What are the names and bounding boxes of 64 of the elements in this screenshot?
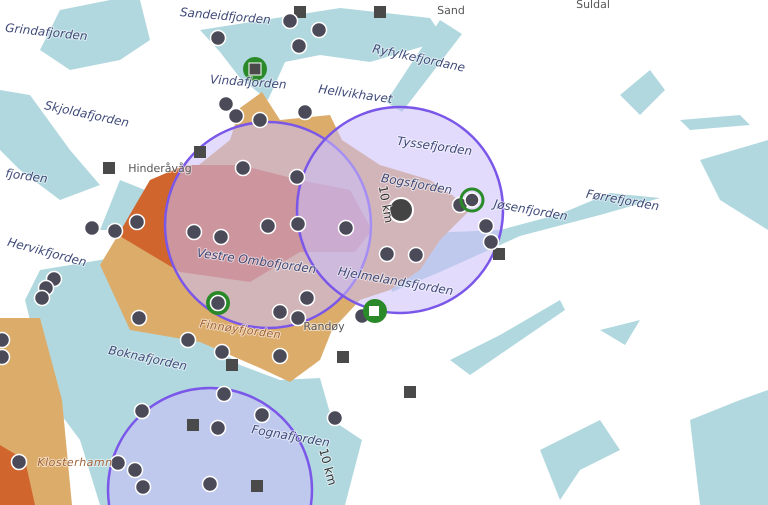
location-dot-icon[interactable] (106, 222, 124, 240)
ring-marker-icon[interactable] (363, 299, 387, 323)
fjord-label: Sandeidfjorden (179, 5, 272, 27)
location-dot-icon[interactable] (84, 220, 100, 236)
location-dot-icon[interactable] (296, 104, 314, 120)
location-dot-icon[interactable] (128, 214, 146, 230)
fjord-label: Tyssefjorden (396, 134, 474, 158)
location-dot-icon[interactable] (482, 234, 500, 250)
location-dot-icon[interactable] (126, 462, 144, 478)
square-marker-icon[interactable] (226, 359, 238, 371)
location-dot-icon[interactable] (408, 246, 424, 264)
location-dot-icon[interactable] (212, 228, 230, 246)
ring-marker-icon[interactable] (206, 291, 230, 315)
location-dot-icon[interactable] (326, 410, 344, 426)
location-dot-icon[interactable] (290, 216, 306, 232)
square-marker-icon[interactable] (103, 162, 115, 174)
location-dot-icon[interactable] (134, 478, 152, 496)
water-area (680, 115, 750, 130)
location-dot-icon[interactable] (338, 220, 354, 236)
location-dot-icon[interactable] (228, 108, 244, 124)
distance-label: 10 km (316, 446, 340, 487)
square-marker-icon[interactable] (374, 6, 386, 18)
location-dot-icon[interactable] (218, 96, 234, 112)
fjord-label: Hellvikhavet (318, 82, 394, 106)
location-dot-icon[interactable] (310, 22, 328, 38)
location-dot-icon[interactable] (234, 160, 252, 176)
fjord-label: Grindafjorden (4, 20, 88, 44)
square-marker-icon[interactable] (404, 386, 416, 398)
location-dot-icon[interactable] (34, 290, 50, 306)
square-marker-icon[interactable] (493, 248, 505, 260)
location-dot-icon[interactable] (214, 344, 230, 360)
location-dot-icon[interactable] (210, 420, 226, 436)
location-dot-icon[interactable] (10, 454, 28, 470)
ring-marker-icon[interactable] (460, 188, 484, 212)
location-dot-icon[interactable] (378, 246, 396, 262)
location-dot-icon[interactable] (290, 38, 308, 54)
location-dot-icon[interactable] (288, 168, 306, 186)
location-dot-icon[interactable] (254, 406, 270, 424)
water-area (600, 320, 640, 345)
water-area (620, 70, 665, 115)
location-dot-icon[interactable] (202, 476, 218, 492)
fjord-label: Vindafjorden (210, 72, 287, 92)
location-dot-icon[interactable] (130, 310, 148, 326)
square-marker-icon[interactable] (294, 6, 306, 18)
location-dot-icon[interactable] (282, 12, 298, 30)
location-dot-icon[interactable] (216, 386, 232, 402)
square-marker-icon[interactable] (337, 351, 349, 363)
location-dot-icon[interactable] (298, 290, 316, 306)
square-marker-icon[interactable] (251, 480, 263, 492)
location-dot-icon[interactable] (110, 454, 126, 472)
square-marker-icon[interactable] (194, 146, 206, 158)
location-dot-icon[interactable] (272, 348, 288, 364)
fjord-label: fjorden (4, 166, 49, 186)
location-dot-icon[interactable] (252, 112, 268, 128)
location-dot-icon[interactable] (186, 224, 202, 240)
town-label: Sand (437, 4, 465, 17)
location-dot-icon[interactable] (260, 218, 276, 234)
location-dot-icon[interactable] (290, 310, 306, 326)
fjord-label: Vestre Ombofjorden (196, 246, 318, 276)
location-dot-icon[interactable] (134, 402, 150, 420)
town-label: Suldal (576, 0, 610, 11)
location-dot-icon[interactable] (210, 30, 226, 46)
location-dot-icon[interactable] (272, 304, 288, 320)
square-marker-icon[interactable] (187, 419, 199, 431)
